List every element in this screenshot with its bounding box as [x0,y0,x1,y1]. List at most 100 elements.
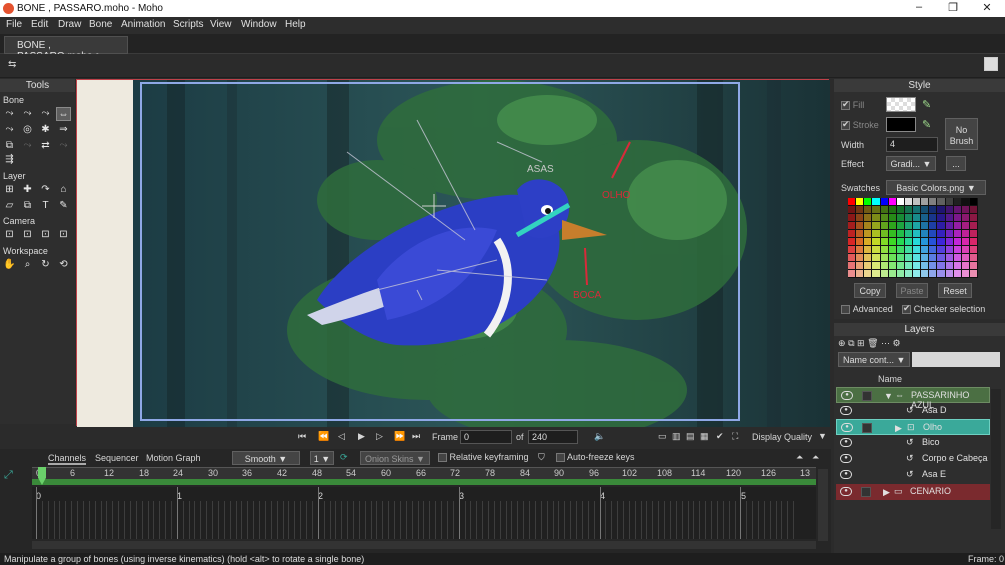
timeline-vscrollbar[interactable] [818,469,828,541]
palette-swatch[interactable] [937,238,945,245]
rotate-layer-tool[interactable]: ↷ [38,183,53,197]
bone-constraints-tool[interactable]: ⤳ [56,139,71,153]
prev-key-icon[interactable]: ⏪ [318,431,329,442]
palette-swatch[interactable] [937,246,945,253]
palette-swatch[interactable] [872,198,880,205]
timeline-grid[interactable]: 0 1 2 3 4 5 [32,487,816,539]
display-quality-menu[interactable]: Display Quality [752,432,812,442]
palette-swatch[interactable] [904,254,912,261]
play-icon[interactable]: ▶ [358,431,365,442]
duplicate-layer-icon[interactable]: ⧉ [848,338,854,348]
palette-swatch[interactable] [880,230,888,237]
delete-layer-icon[interactable]: 🗑 [867,338,878,348]
menu-animation[interactable]: Animation [121,19,165,30]
frame-ruler[interactable]: 0 6 12 18 24 30 36 42 48 54 60 66 72 78 … [32,467,816,479]
bind-layer-tool[interactable]: ⧉ [2,139,17,153]
palette-swatch[interactable] [848,262,856,269]
palette-swatch[interactable] [856,270,864,277]
palette-swatch[interactable] [953,206,961,213]
menu-view[interactable]: View [210,19,232,30]
fill-eyedropper-icon[interactable]: ✎ [922,98,931,111]
palette-swatch[interactable] [953,238,961,245]
palette-swatch[interactable] [945,198,953,205]
palette-swatch[interactable] [864,254,872,261]
palette-swatch[interactable] [945,206,953,213]
effect-select[interactable]: Gradi... ▼ [886,156,936,171]
auto-freeze-checkbox[interactable] [556,453,565,463]
eye-icon[interactable]: ● [840,454,852,463]
palette-swatch[interactable] [937,206,945,213]
palette-swatch[interactable] [848,246,856,253]
palette-swatch[interactable] [856,254,864,261]
canvas-viewport[interactable]: ASAS OLHO BOCA [76,79,830,440]
palette-swatch[interactable] [888,254,896,261]
color-palette[interactable] [848,198,978,278]
palette-swatch[interactable] [896,246,904,253]
palette-swatch[interactable] [888,198,896,205]
chevron-right-icon[interactable]: ▶ [883,487,890,498]
palette-swatch[interactable] [945,254,953,261]
more-options-icon[interactable]: ⋯ [881,338,890,348]
fill-toggle[interactable]: Fill [841,100,864,111]
stroke-eyedropper-icon[interactable]: ✎ [922,118,931,131]
palette-swatch[interactable] [896,254,904,261]
palette-swatch[interactable] [929,222,937,229]
palette-swatch[interactable] [896,198,904,205]
palette-swatch[interactable] [961,238,969,245]
palette-swatch[interactable] [969,222,977,229]
palette-swatch[interactable] [864,246,872,253]
palette-swatch[interactable] [961,222,969,229]
palette-swatch[interactable] [888,230,896,237]
palette-swatch[interactable] [961,214,969,221]
view-split-icon[interactable]: ▥ [672,431,681,442]
palette-swatch[interactable] [872,206,880,213]
shield-icon[interactable]: ⛉ [538,452,545,463]
end-icon[interactable]: ⏭ [412,431,420,442]
palette-swatch[interactable] [937,262,945,269]
palette-swatch[interactable] [864,270,872,277]
onion-skins-select[interactable]: Onion Skins ▼ [360,451,430,465]
layer-settings-icon[interactable]: ⚙ [893,338,901,348]
relative-keyframing-toggle[interactable]: Relative keyframing [438,452,529,463]
stroke-checkbox[interactable] [841,120,850,130]
palette-swatch[interactable] [929,246,937,253]
fill-color-swatch[interactable] [886,97,916,112]
palette-swatch[interactable] [929,230,937,237]
palette-swatch[interactable] [921,198,929,205]
palette-swatch[interactable] [913,270,921,277]
palette-swatch[interactable] [864,214,872,221]
step-forward-icon[interactable]: ▷ [376,431,383,442]
no-brush-button[interactable]: No Brush [945,118,978,150]
palette-swatch[interactable] [888,222,896,229]
layer-row-olho[interactable]: ● ▶ ⊡ Olho [836,419,990,435]
total-frames-input[interactable]: 240 [528,430,578,444]
bind-points-tool[interactable]: ⤳ [20,139,35,153]
layer-row-corpo-e-cabeca[interactable]: ● ↺ Corpo e Cabeça [836,451,990,467]
palette-swatch[interactable] [856,246,864,253]
palette-swatch[interactable] [848,214,856,221]
set-origin-tool[interactable]: ✚ [20,183,35,197]
palette-swatch[interactable] [888,246,896,253]
palette-swatch[interactable] [848,230,856,237]
palette-swatch[interactable] [969,230,977,237]
advanced-toggle[interactable]: Advanced [841,304,893,315]
add-bone-tool[interactable]: ⤳ [38,107,53,121]
menu-bone[interactable]: Bone [89,19,112,30]
palette-swatch[interactable] [945,246,953,253]
palette-swatch[interactable] [969,270,977,277]
palette-swatch[interactable] [904,246,912,253]
chevron-down-icon[interactable]: ▼ [818,431,827,441]
shear-layer-tool[interactable]: ▱ [2,199,17,213]
tab-sequencer[interactable]: Sequencer [95,453,139,463]
expand-icon[interactable]: ⏶ [812,452,819,463]
palette-swatch[interactable] [921,206,929,213]
palette-swatch[interactable] [896,206,904,213]
rotate-workspace-icon[interactable]: ↻ [38,258,53,272]
palette-swatch[interactable] [961,198,969,205]
relative-keyframing-checkbox[interactable] [438,453,447,463]
palette-swatch[interactable] [945,214,953,221]
palette-swatch[interactable] [848,198,856,205]
palette-swatch[interactable] [848,222,856,229]
palette-swatch[interactable] [921,214,929,221]
palette-swatch[interactable] [856,230,864,237]
